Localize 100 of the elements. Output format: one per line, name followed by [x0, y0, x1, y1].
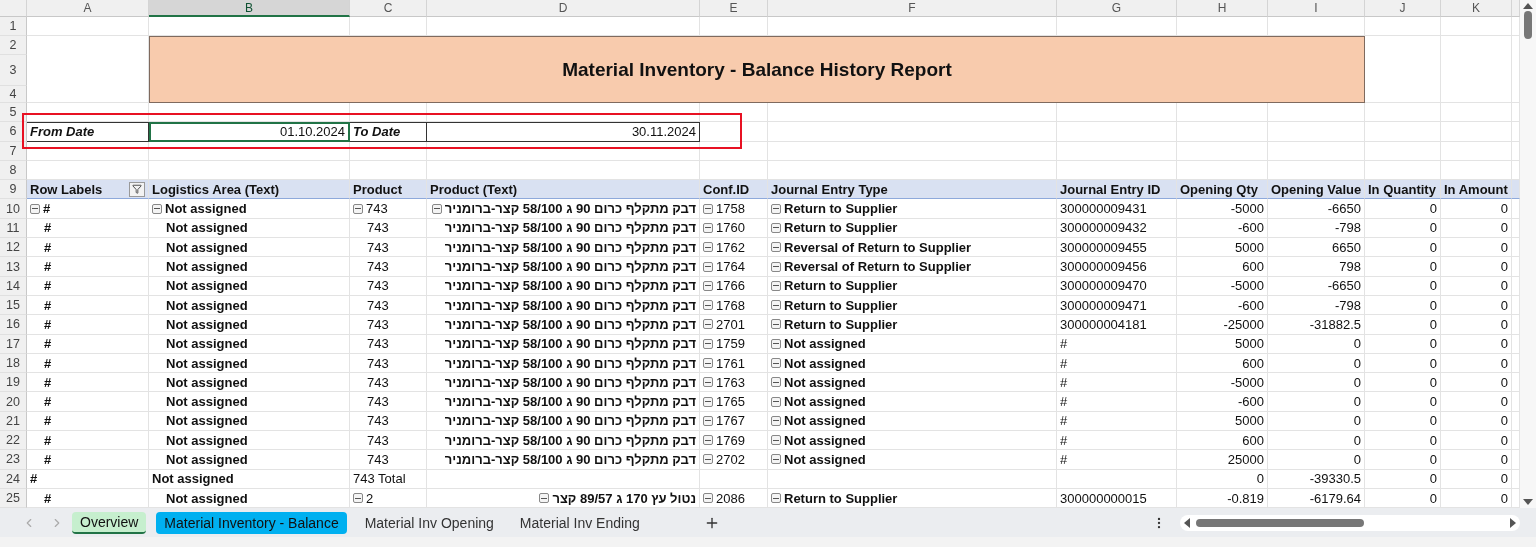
column-header[interactable]: H [1177, 0, 1268, 17]
row-number[interactable]: 3 [0, 55, 27, 86]
column-header[interactable]: E [700, 0, 768, 17]
table-cell: 0 [1441, 295, 1512, 316]
row-number[interactable]: 4 [0, 86, 27, 103]
column-header[interactable]: K [1441, 0, 1512, 17]
column-header[interactable]: C [350, 0, 427, 17]
table-cell: 743 Total [350, 469, 427, 489]
collapse-icon[interactable] [703, 435, 713, 446]
collapse-icon[interactable] [703, 415, 713, 426]
collapse-icon[interactable] [703, 358, 713, 368]
vertical-scrollbar[interactable] [1520, 0, 1536, 508]
table-cell: 0 [1365, 276, 1441, 296]
column-header[interactable]: I [1268, 0, 1365, 17]
collapse-icon[interactable] [703, 493, 713, 504]
table-cell: # [27, 257, 149, 277]
table-cell: 2702 [700, 450, 768, 470]
collapse-icon[interactable] [703, 377, 713, 388]
collapse-icon[interactable] [539, 493, 550, 504]
row-number[interactable]: 1 [0, 17, 27, 36]
table-cell: 0 [1441, 334, 1512, 354]
table-cell: 0 [1441, 411, 1512, 432]
collapse-icon[interactable] [771, 493, 781, 504]
table-cell: 0 [1268, 450, 1365, 470]
collapse-icon[interactable] [353, 493, 363, 504]
table-cell: Return to Supplier [768, 315, 1057, 335]
table-cell: 743 [350, 295, 427, 316]
table-cell: דבק מתקלף כרום 90 ג 58/100 קצר-ברומניר [427, 238, 700, 258]
column-header[interactable]: J [1365, 0, 1441, 17]
collapse-icon[interactable] [703, 396, 713, 407]
sheet-tab[interactable]: Material Inventory - Balance [156, 511, 347, 534]
table-cell: Not assigned [149, 450, 350, 470]
column-header[interactable]: A [27, 0, 149, 17]
table-cell: 300000009470 [1057, 276, 1177, 296]
sheet-tab[interactable]: Material Inv Ending [511, 511, 648, 534]
table-cell: # [1057, 373, 1177, 393]
table-cell: 1765 [700, 392, 768, 412]
collapse-icon[interactable] [771, 358, 781, 368]
row-number[interactable]: 12 [0, 238, 27, 258]
collapse-icon[interactable] [152, 203, 162, 214]
collapse-icon[interactable] [771, 203, 781, 214]
collapse-icon[interactable] [771, 280, 781, 291]
row-number[interactable]: 22 [0, 431, 27, 451]
row-number[interactable]: 5 [0, 103, 27, 123]
collapse-icon[interactable] [703, 338, 713, 349]
filter-icon[interactable] [129, 181, 145, 197]
from-date-value[interactable]: 01.10.2024 [149, 122, 350, 142]
row-number[interactable]: 9 [0, 180, 27, 200]
table-cell: 0 [1365, 373, 1441, 393]
collapse-icon[interactable] [771, 242, 781, 253]
row-number[interactable]: 23 [0, 450, 27, 470]
collapse-icon[interactable] [771, 454, 781, 465]
row-number[interactable]: 2 [0, 36, 27, 55]
table-cell: 0 [1365, 257, 1441, 277]
table-cell: 5000 [1177, 334, 1268, 354]
collapse-icon[interactable] [703, 242, 713, 253]
collapse-icon[interactable] [703, 203, 713, 214]
collapse-icon[interactable] [771, 435, 781, 446]
table-cell: -798 [1268, 295, 1365, 316]
collapse-icon[interactable] [353, 203, 363, 214]
collapse-icon[interactable] [771, 222, 781, 233]
row-number[interactable]: 20 [0, 392, 27, 412]
row-number[interactable]: 16 [0, 315, 27, 335]
row-number[interactable]: 13 [0, 257, 27, 277]
collapse-icon[interactable] [771, 300, 781, 311]
collapse-icon[interactable] [30, 203, 40, 214]
row-number[interactable]: 6 [0, 122, 27, 142]
column-header[interactable]: G [1057, 0, 1177, 17]
row-number[interactable]: 10 [0, 199, 27, 219]
empty-cell [1441, 103, 1512, 123]
table-cell: 600 [1177, 431, 1268, 451]
to-date-value[interactable]: 30.11.2024 [427, 122, 700, 142]
from-date-label: From Date [27, 122, 149, 142]
table-cell: 1759 [700, 334, 768, 354]
sheet-tab[interactable]: Overview [72, 511, 147, 534]
collapse-icon[interactable] [771, 415, 781, 426]
table-cell: # [27, 431, 149, 451]
collapse-icon[interactable] [703, 454, 713, 465]
column-header[interactable]: B [149, 0, 350, 17]
column-header[interactable]: F [768, 0, 1057, 17]
collapse-icon[interactable] [703, 261, 713, 272]
table-cell: דבק מתקלף כרום 90 ג 58/100 קצר-ברומניר [427, 373, 700, 393]
table-cell: 0 [1441, 373, 1512, 393]
collapse-icon[interactable] [771, 338, 781, 349]
table-cell: -5000 [1177, 276, 1268, 296]
collapse-icon[interactable] [703, 280, 713, 291]
horizontal-scrollbar[interactable] [1180, 514, 1520, 531]
collapse-icon[interactable] [771, 261, 781, 272]
row-number[interactable]: 19 [0, 373, 27, 393]
sheet-tab[interactable]: Material Inv Opening [356, 511, 502, 534]
collapse-icon[interactable] [771, 319, 781, 330]
column-header[interactable]: D [427, 0, 700, 17]
collapse-icon[interactable] [771, 396, 781, 407]
table-cell: # [1057, 431, 1177, 451]
collapse-icon[interactable] [771, 377, 781, 388]
collapse-icon[interactable] [703, 222, 713, 233]
collapse-icon[interactable] [703, 319, 713, 330]
collapse-icon[interactable] [703, 300, 713, 311]
collapse-icon[interactable] [431, 203, 442, 214]
empty-cell [700, 103, 768, 123]
